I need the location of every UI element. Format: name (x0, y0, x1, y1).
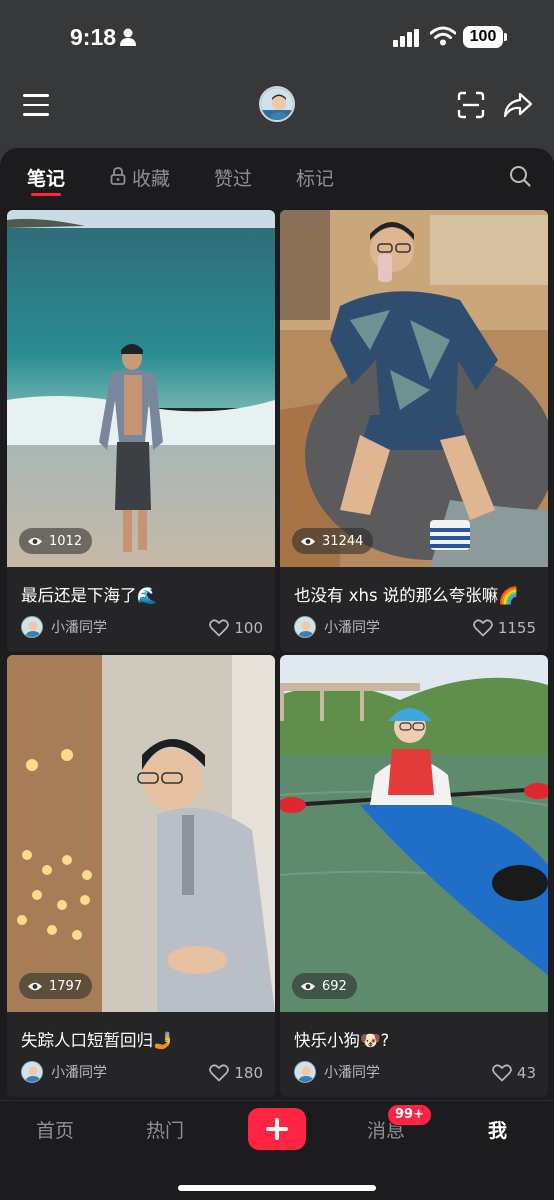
view-count: 1797 (49, 978, 83, 994)
note-author[interactable]: 小潘同学 (294, 1060, 380, 1084)
wifi-icon (430, 26, 456, 46)
view-count-badge: 1797 (19, 973, 93, 999)
note-card[interactable]: 692 快乐小狗🐶? 小潘同学 43 (280, 655, 548, 1097)
like-count: 1155 (497, 619, 536, 637)
battery-tip (504, 33, 507, 41)
author-avatar (294, 1061, 316, 1083)
active-tab-indicator (31, 193, 61, 196)
status-bar: 9:18 100 (0, 0, 554, 76)
home-indicator (178, 1185, 376, 1191)
view-count-badge: 31244 (292, 528, 374, 554)
heart-icon[interactable] (209, 619, 230, 637)
person-icon (120, 28, 136, 46)
nav-home[interactable]: 首页 (36, 1116, 74, 1143)
signal-icon (393, 29, 419, 47)
like-count: 180 (234, 1064, 263, 1082)
profile-avatar[interactable] (259, 86, 295, 122)
nav-hot[interactable]: 热门 (146, 1116, 184, 1143)
view-count: 1012 (49, 533, 83, 549)
lock-icon (110, 167, 126, 185)
profile-tabs: 笔记 收藏 赞过 标记 (0, 148, 554, 206)
tab-favorites[interactable]: 收藏 (132, 164, 170, 191)
view-count-badge: 1012 (19, 528, 93, 554)
note-title: 失踪人口短暂回归🤳 (21, 1031, 174, 1050)
note-title: 快乐小狗🐶? (294, 1031, 390, 1050)
tab-marked[interactable]: 标记 (296, 164, 334, 191)
like-count-group[interactable]: 43 (492, 1062, 536, 1084)
tab-liked[interactable]: 赞过 (214, 164, 252, 191)
like-count: 100 (234, 619, 263, 637)
note-card[interactable]: 31244 也没有 xhs 说的那么夸张嘛🌈 小潘同学 1155 (280, 210, 548, 652)
author-avatar (294, 616, 316, 638)
menu-icon[interactable] (23, 94, 49, 116)
eye-icon (301, 537, 315, 545)
eye-icon (28, 537, 42, 545)
heart-icon[interactable] (492, 1064, 512, 1082)
note-card[interactable]: 1797 失踪人口短暂回归🤳 小潘同学 180 (7, 655, 275, 1097)
like-count-group[interactable]: 100 (209, 617, 263, 639)
nav-me[interactable]: 我 (488, 1116, 507, 1143)
author-name: 小潘同学 (51, 620, 107, 636)
battery-indicator: 100 (463, 26, 503, 48)
view-count-badge: 692 (292, 973, 357, 999)
view-count: 31244 (322, 533, 364, 549)
view-count: 692 (322, 978, 347, 994)
tab-notes[interactable]: 笔记 (27, 164, 65, 191)
note-cover-image (7, 210, 275, 567)
like-count: 43 (516, 1064, 536, 1082)
note-title: 最后还是下海了🌊 (21, 586, 158, 605)
author-avatar (21, 616, 43, 638)
note-author[interactable]: 小潘同学 (294, 615, 380, 639)
eye-icon (301, 982, 315, 990)
heart-icon[interactable] (209, 1064, 230, 1082)
author-name: 小潘同学 (51, 1065, 107, 1081)
note-cover-image (280, 655, 548, 1012)
status-time: 9:18 (70, 24, 117, 50)
like-count-group[interactable]: 180 (209, 1062, 263, 1084)
note-card[interactable]: 1012 最后还是下海了🌊 小潘同学 100 (7, 210, 275, 652)
heart-icon[interactable] (472, 619, 493, 637)
note-cover-image (7, 655, 275, 1012)
note-author[interactable]: 小潘同学 (21, 1060, 107, 1084)
eye-icon (28, 982, 42, 990)
messages-badge: 99+ (387, 1104, 432, 1126)
author-avatar (21, 1061, 43, 1083)
note-title: 也没有 xhs 说的那么夸张嘛🌈 (294, 586, 519, 605)
search-icon[interactable] (509, 165, 531, 187)
author-name: 小潘同学 (324, 620, 380, 636)
bottom-nav: 首页 热门 消息 99+ 我 (0, 1100, 554, 1200)
notes-sheet: 笔记 收藏 赞过 标记 1012 最后还是下海了🌊 小潘同学 100 31244… (0, 148, 554, 1100)
profile-top-bar (0, 76, 554, 146)
share-icon[interactable] (503, 92, 533, 118)
note-cover-image (280, 210, 548, 567)
publish-button[interactable] (248, 1108, 306, 1150)
note-author[interactable]: 小潘同学 (21, 615, 107, 639)
like-count-group[interactable]: 1155 (472, 617, 536, 639)
scan-icon[interactable] (457, 91, 485, 119)
author-name: 小潘同学 (324, 1065, 380, 1081)
